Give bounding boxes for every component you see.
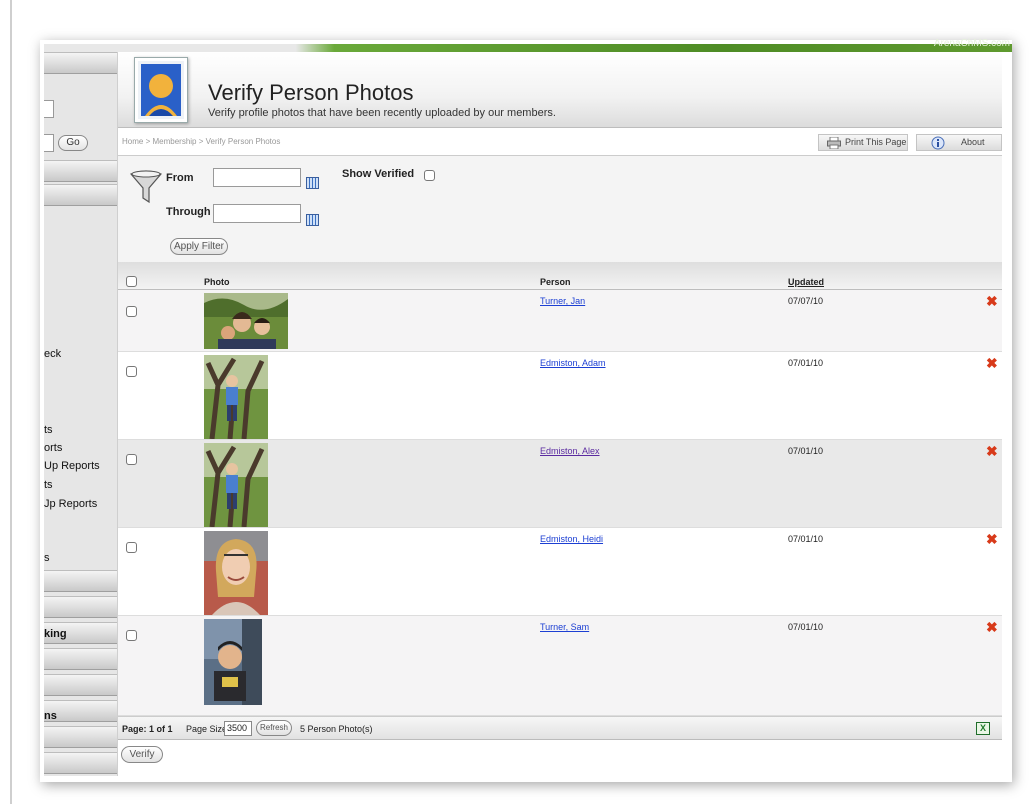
sidebar-band [44,570,117,592]
sidebar-item[interactable]: ts [44,479,53,491]
updated-date: 07/01/10 [788,622,824,632]
sidebar-band [44,752,117,774]
sidebar-section-label: ns [44,710,57,722]
delete-icon[interactable]: ✖ [986,532,998,546]
excel-export-icon[interactable]: X [976,722,990,735]
brand-text: ArenaChMS.com [933,38,1010,49]
delete-icon[interactable]: ✖ [986,444,998,458]
photo-column-header: Photo [204,277,230,287]
verify-button[interactable]: Verify [121,746,163,763]
table-row: Turner, Sam 07/01/10 ✖ [118,616,1002,716]
show-verified-checkbox[interactable] [424,170,435,181]
main-content: Verify Person Photos Verify profile phot… [118,52,1002,776]
grid-header: Photo Person Updated [118,262,1002,290]
person-link[interactable]: Edmiston, Alex [540,446,600,456]
window-edge [10,0,12,804]
show-verified-label: Show Verified [342,168,415,180]
refresh-button[interactable]: Refresh [256,720,292,736]
row-checkbox[interactable] [126,306,137,317]
sidebar-band [44,648,117,670]
updated-date: 07/01/10 [788,446,824,456]
pager-bar: Page: 1 of 1 Page Size: 3500 Refresh 5 P… [118,716,1002,740]
child-on-tree-photo [204,355,268,444]
print-page-label: Print This Page [845,137,907,147]
info-icon [931,136,945,150]
print-page-button[interactable]: Print This Page [818,134,908,151]
sidebar-band [44,160,117,182]
about-button[interactable]: About [916,134,1002,151]
table-row: Turner, Jan 07/07/10 ✖ [118,290,1002,352]
person-link[interactable]: Turner, Sam [540,622,589,632]
breadcrumb: Home > Membership > Verify Person Photos [122,137,280,146]
updated-date: 07/01/10 [788,358,824,368]
family-photo [204,293,288,354]
select-all-checkbox[interactable] [126,276,137,287]
breadcrumb-separator: > [145,137,151,146]
updated-column-header[interactable]: Updated [788,277,824,287]
sidebar-item[interactable]: s [44,552,50,564]
apply-filter-button[interactable]: Apply Filter [170,238,228,255]
through-calendar-icon[interactable] [306,214,319,226]
record-count: 5 Person Photo(s) [300,724,373,734]
about-label: About [961,137,985,147]
sidebar-item[interactable]: eck [44,348,61,360]
page-subtitle: Verify profile photos that have been rec… [208,107,556,119]
sidebar-band [44,596,117,618]
row-checkbox[interactable] [126,542,137,553]
updated-date: 07/01/10 [788,534,824,544]
person-link[interactable]: Edmiston, Heidi [540,534,603,544]
top-accent-bar [44,44,1012,52]
page-title: Verify Person Photos [208,80,414,105]
through-label: Through [166,206,211,218]
sidebar-band [44,184,117,206]
person-column-header: Person [540,277,571,287]
sidebar-item[interactable]: Up Reports [44,460,100,472]
table-row: Edmiston, Heidi 07/01/10 ✖ [118,528,1002,616]
woman-portrait-photo [204,531,268,620]
person-avatar-icon [134,57,188,123]
breadcrumb-home[interactable]: Home [122,137,143,146]
breadcrumb-membership[interactable]: Membership [152,137,196,146]
breadcrumb-bar: Home > Membership > Verify Person Photos… [118,130,1002,156]
sidebar-item[interactable]: ts [44,424,53,436]
sidebar-search-input[interactable] [44,100,54,118]
from-calendar-icon[interactable] [306,177,319,189]
person-link[interactable]: Edmiston, Adam [540,358,606,368]
sidebar-section-label: king [44,628,67,640]
updated-date: 07/07/10 [788,296,824,306]
delete-icon[interactable]: ✖ [986,620,998,634]
boy-portrait-photo [204,619,262,710]
delete-icon[interactable]: ✖ [986,356,998,370]
filter-panel: From Show Verified Through Apply Filter [118,156,1002,262]
sidebar-band [44,52,117,74]
row-checkbox[interactable] [126,454,137,465]
page-indicator: Page: 1 of 1 [122,724,173,734]
sidebar-item[interactable]: Jp Reports [44,498,97,510]
sidebar: Go eck ts orts Up Reports ts Jp Reports … [44,52,118,776]
sidebar-item[interactable]: orts [44,442,62,454]
sidebar-login-input[interactable] [44,134,54,152]
row-checkbox[interactable] [126,366,137,377]
breadcrumb-separator: > [198,137,204,146]
from-label: From [166,172,194,184]
table-row: Edmiston, Adam 07/01/10 ✖ [118,352,1002,440]
from-date-input[interactable] [213,168,301,187]
page-size-label: Page Size: [186,724,230,734]
table-row: Edmiston, Alex 07/01/10 ✖ [118,440,1002,528]
page-size-input[interactable]: 3500 [224,721,252,736]
person-link[interactable]: Turner, Jan [540,296,585,306]
sidebar-band [44,726,117,748]
delete-icon[interactable]: ✖ [986,294,998,308]
child-on-tree-photo [204,443,268,532]
through-date-input[interactable] [213,204,301,223]
go-button[interactable]: Go [58,135,88,151]
sidebar-band [44,674,117,696]
row-checkbox[interactable] [126,630,137,641]
breadcrumb-current: Verify Person Photos [205,137,281,146]
page-header: Verify Person Photos Verify profile phot… [118,52,1002,128]
funnel-filter-icon [130,170,162,204]
app-window: ArenaChMS.com Go eck ts orts Up Reports … [0,0,1032,804]
printer-icon [827,137,841,149]
